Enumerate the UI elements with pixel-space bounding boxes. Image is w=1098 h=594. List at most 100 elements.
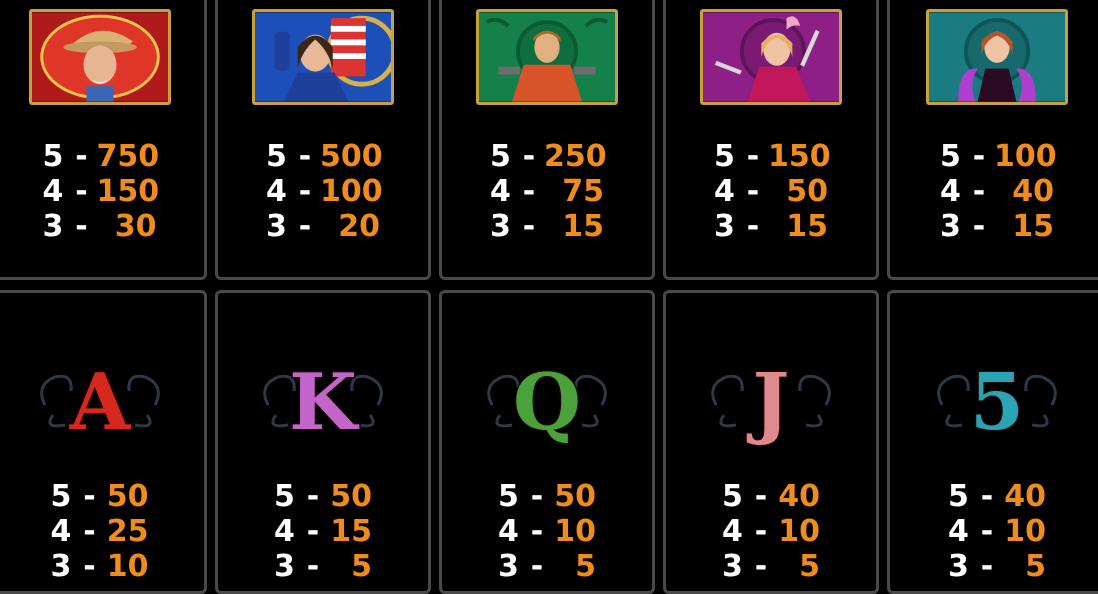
letter-a-icon: A (25, 345, 175, 450)
paytable-card-cowgirl-flag: 5-500 4-100 3-20 (215, 0, 431, 280)
separator: - (75, 174, 88, 209)
old-cowboy-portrait-icon (28, 9, 171, 105)
payout-row: 5-100 (940, 139, 1057, 174)
payout-list: 5-500 4-100 3-20 (266, 139, 383, 244)
match-count: 3 (940, 209, 961, 244)
separator: - (298, 209, 312, 244)
separator: - (522, 174, 536, 209)
payout-row: 3-5 (498, 549, 596, 584)
payout-row: 5-750 (42, 139, 160, 174)
payout-row: 5-50 (498, 479, 596, 514)
separator: - (522, 209, 536, 244)
paytable-card-gunslinger: 5-250 4-75 3-15 (439, 0, 655, 280)
separator: - (75, 139, 88, 174)
separator: - (746, 139, 760, 174)
payout-value: 5 (351, 549, 372, 584)
payout-value: 10 (778, 514, 820, 549)
payout-value: 40 (1004, 479, 1046, 514)
payout-row: 3-10 (51, 549, 149, 584)
payout-row: 3-15 (490, 209, 604, 244)
separator: - (83, 514, 96, 549)
separator: - (754, 514, 768, 549)
match-count: 4 (722, 514, 743, 549)
payout-row: 3-30 (43, 209, 157, 244)
match-count: 3 (722, 549, 743, 584)
payout-row: 5-150 (714, 139, 831, 174)
payout-value: 40 (778, 479, 820, 514)
paytable-card-letter-a: A 5-50 4-25 3-10 (0, 290, 207, 594)
payout-list: 5-40 4-10 3-5 (948, 479, 1046, 584)
knife-girl-portrait-icon (700, 9, 842, 105)
payout-value: 10 (106, 549, 149, 584)
payout-list: 5-150 4-50 3-15 (714, 139, 831, 244)
payout-row: 5-40 (948, 479, 1046, 514)
payout-value: 50 (554, 479, 596, 514)
paytable-card-old-cowboy: 5-750 4-150 3-30 (0, 0, 207, 280)
match-count: 4 (498, 514, 519, 549)
payout-row: 3-15 (714, 209, 828, 244)
payout-list: 5-50 4-10 3-5 (498, 479, 596, 584)
separator: - (75, 209, 88, 244)
match-count: 5 (266, 139, 287, 174)
payout-list: 5-250 4-75 3-15 (490, 139, 607, 244)
letter-glyph: K (289, 357, 360, 448)
match-count: 4 (948, 514, 969, 549)
payout-value: 150 (768, 139, 831, 174)
match-count: 3 (948, 549, 969, 584)
separator: - (746, 209, 760, 244)
match-count: 4 (490, 174, 511, 209)
payout-value: 5 (575, 549, 596, 584)
separator: - (530, 514, 544, 549)
payout-value: 5 (1025, 549, 1046, 584)
payout-row: 3-5 (722, 549, 820, 584)
payout-row: 4-75 (490, 174, 604, 209)
payout-value: 10 (1004, 514, 1046, 549)
match-count: 3 (490, 209, 511, 244)
match-count: 3 (714, 209, 735, 244)
match-count: 4 (714, 174, 735, 209)
letter-q-icon: Q (472, 345, 622, 450)
separator: - (530, 549, 544, 584)
separator: - (746, 174, 760, 209)
cowgirl-flag-portrait-icon (252, 9, 394, 105)
match-count: 5 (722, 479, 743, 514)
separator: - (980, 549, 994, 584)
payout-value: 15 (1012, 209, 1054, 244)
match-count: 3 (274, 549, 295, 584)
payout-row: 3-20 (266, 209, 380, 244)
payout-value: 20 (338, 209, 380, 244)
separator: - (754, 549, 768, 584)
payout-row: 3-15 (940, 209, 1054, 244)
paytable-card-letter-q: Q 5-50 4-10 3-5 (439, 290, 655, 594)
separator: - (298, 139, 312, 174)
match-count: 3 (42, 209, 64, 244)
match-count: 5 (42, 139, 64, 174)
payout-row: 4-100 (266, 174, 383, 209)
payout-row: 4-10 (948, 514, 1046, 549)
separator: - (980, 514, 994, 549)
payout-value: 500 (320, 139, 383, 174)
payout-value: 15 (562, 209, 604, 244)
separator: - (522, 139, 536, 174)
payout-row: 5-50 (274, 479, 372, 514)
match-count: 3 (498, 549, 519, 584)
payout-value: 50 (330, 479, 372, 514)
payout-value: 25 (106, 514, 149, 549)
payout-value: 100 (320, 174, 383, 209)
payout-list: 5-50 4-15 3-5 (274, 479, 372, 584)
payout-row: 4-15 (274, 514, 372, 549)
separator: - (980, 479, 994, 514)
payout-row: 5-40 (722, 479, 820, 514)
payout-list: 5-750 4-150 3-30 (42, 139, 160, 244)
letter-glyph: A (68, 357, 131, 448)
payout-row: 4-25 (51, 514, 149, 549)
payout-value: 5 (799, 549, 820, 584)
match-count: 5 (498, 479, 519, 514)
payout-row: 4-50 (714, 174, 828, 209)
separator: - (972, 139, 986, 174)
payout-row: 4-10 (722, 514, 820, 549)
payout-row: 4-150 (43, 174, 160, 209)
paytable-card-showgirl: 5-100 4-40 3-15 (887, 0, 1098, 280)
match-count: 5 (714, 139, 735, 174)
letter-glyph: Q (513, 357, 581, 448)
